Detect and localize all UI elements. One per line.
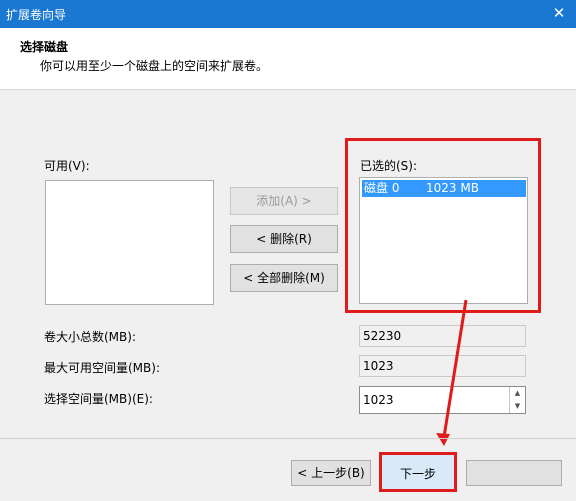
- next-button[interactable]: 下一步: [379, 452, 457, 492]
- cancel-button[interactable]: [466, 460, 562, 486]
- back-button[interactable]: < 上一步(B): [291, 460, 371, 486]
- footer-divider: [0, 438, 576, 439]
- annotation-arrow: [436, 299, 468, 446]
